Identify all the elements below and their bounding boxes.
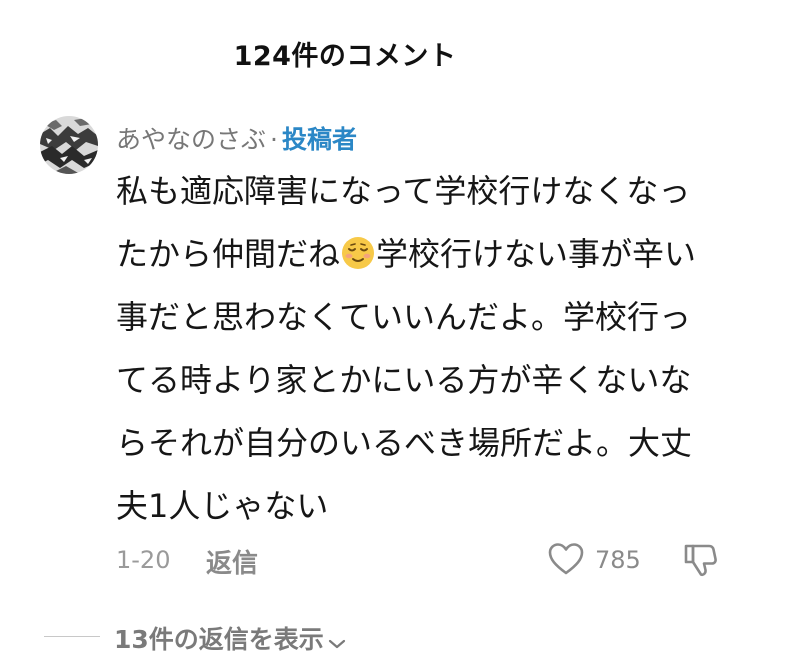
comment-text-line: 私も適応障害になって学校行けなくなっ: [116, 172, 691, 210]
heart-icon[interactable]: [547, 542, 585, 576]
chevron-down-icon: [328, 627, 346, 656]
like-count: 785: [595, 546, 641, 574]
replies-divider: [44, 636, 100, 637]
view-replies-label: 13件の返信を表示: [114, 625, 324, 654]
comments-header-title: 124件のコメント: [233, 41, 457, 72]
comment-author-row: あやなのさぶ · 投稿者: [116, 120, 357, 156]
comment-text-line: らそれが自分のいるべき場所だよ。大丈: [116, 424, 693, 462]
comment-date: 1-20: [116, 546, 171, 574]
view-replies-button[interactable]: 13件の返信を表示: [114, 620, 346, 656]
comment-text-line: 事だと思わなくていいんだよ。学校行っ: [116, 298, 692, 336]
reply-button[interactable]: 返信: [206, 543, 258, 580]
comment-text-line: てる時より家とかにいる方が辛くないな: [116, 361, 692, 399]
author-separator: ·: [270, 125, 278, 154]
creator-badge: 投稿者: [281, 125, 357, 154]
relieved-face-emoji: [341, 228, 375, 269]
avatar[interactable]: [40, 116, 98, 174]
comment-text-segment: たから仲間だね: [116, 235, 341, 273]
comment-text-line: たから仲間だね 学校行けない事が辛い: [116, 223, 776, 286]
comment-text-line: 夫1人じゃない: [116, 487, 329, 525]
comment-text: 私も適応障害になって学校行けなくなっ たから仲間だね 学校行けない事が辛い 事だ…: [116, 160, 776, 538]
comment-text-segment: 学校行けない事が辛い: [376, 235, 697, 273]
comment-author-name[interactable]: あやなのさぶ: [116, 125, 266, 154]
thumbs-down-icon[interactable]: [681, 540, 719, 578]
